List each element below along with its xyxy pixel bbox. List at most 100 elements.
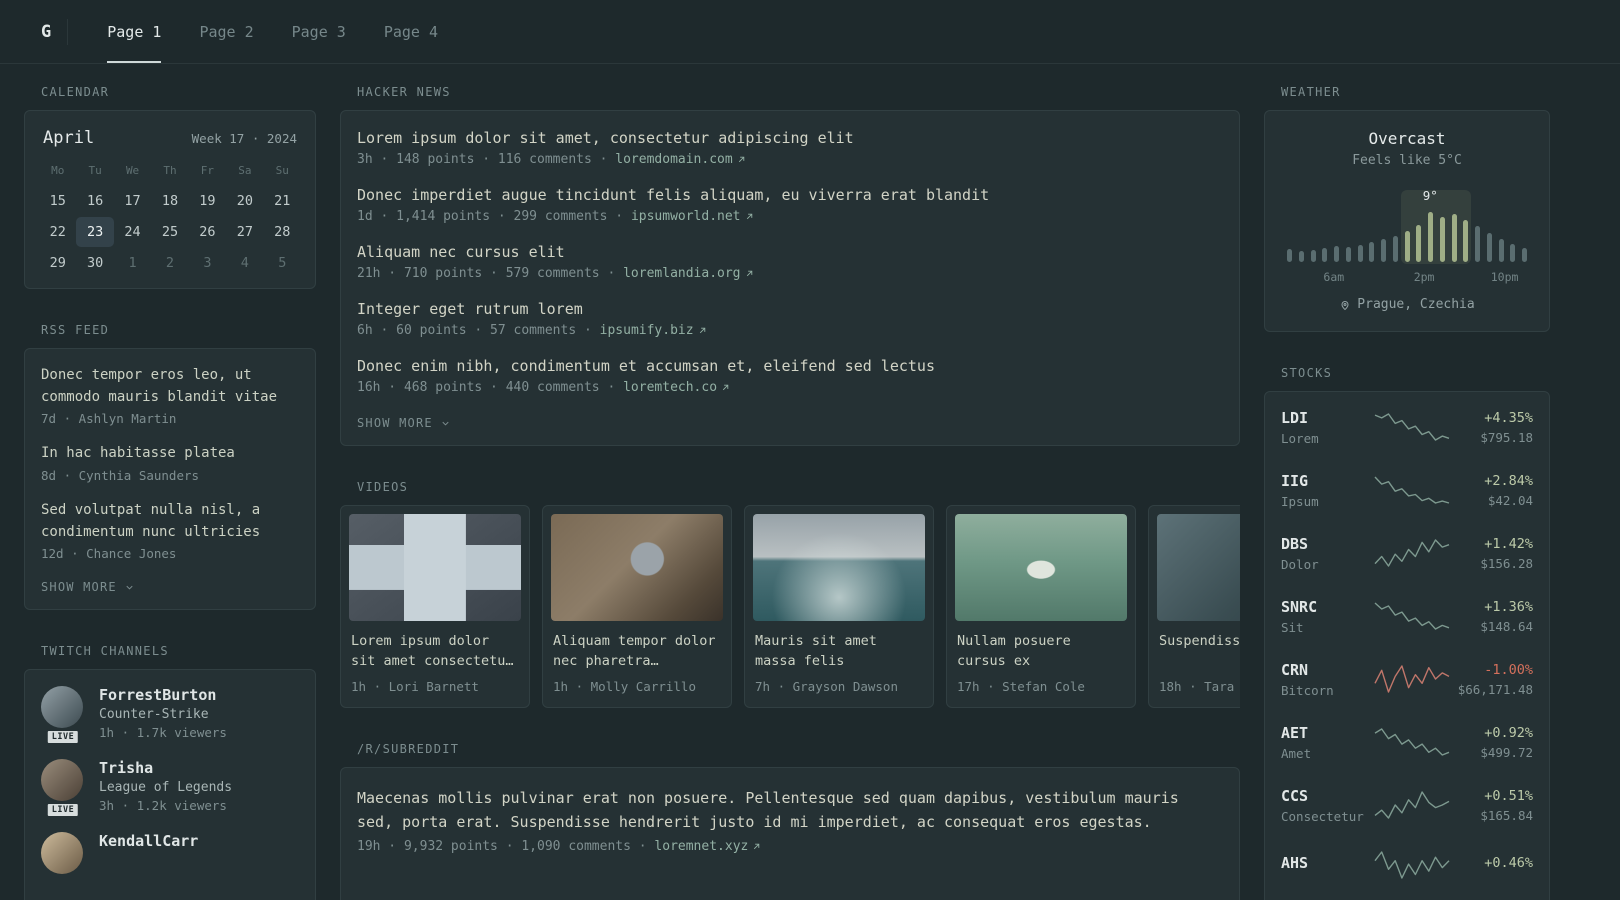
hn-item-meta: 21h · 710 points · 579 comments · loreml…: [357, 266, 1223, 281]
hn-source-link[interactable]: loremtech.co: [623, 380, 731, 395]
weather-widget: WEATHER Overcast Feels like 5°C 9° 6am 2…: [1264, 85, 1550, 332]
video-card[interactable]: Aliquam tempor dolor nec pharetra… 1h · …: [542, 505, 732, 708]
videos-row: Lorem ipsum dolor sit amet consectetu… 1…: [340, 505, 1240, 708]
hn-source-link[interactable]: ipsumify.biz: [600, 323, 708, 338]
chevron-down-icon: [442, 421, 449, 426]
stock-sparkline: [1374, 850, 1450, 879]
video-meta: 17h · Stefan Cole: [957, 679, 1085, 694]
calendar-card: April Week 17 · 2024 Mo Tu We Th Fr Sa S…: [24, 110, 316, 289]
external-link-icon: [746, 213, 752, 220]
weather-bar: [1381, 239, 1386, 262]
stock-change: +0.46%: [1484, 854, 1533, 871]
rss-item: In hac habitasse platea 8d · Cynthia Sau…: [41, 443, 299, 483]
dashboard: CALENDAR April Week 17 · 2024 Mo Tu We T…: [24, 64, 1620, 900]
video-thumbnail[interactable]: [349, 514, 521, 621]
video-thumbnail[interactable]: [1157, 514, 1240, 621]
weather-bar: [1345, 247, 1351, 262]
hackernews-show-more-button[interactable]: SHOW MORE: [357, 416, 451, 430]
calendar-day: 21: [274, 193, 291, 209]
video-thumbnail[interactable]: [955, 514, 1127, 621]
hn-source-domain: ipsumify.biz: [599, 323, 694, 338]
rss-item-title[interactable]: Donec tempor eros leo, ut commodo mauris…: [41, 365, 299, 408]
stock-row: DBS Dolor +1.42% $156.28: [1281, 522, 1533, 585]
video-card[interactable]: Lorem ipsum dolor sit amet consectetu… 1…: [340, 505, 530, 708]
tab-page-4[interactable]: Page 4: [365, 0, 457, 63]
hn-item-meta: 1d · 1,414 points · 299 comments · ipsum…: [357, 209, 1223, 224]
calendar-dow: Tu: [88, 164, 102, 177]
hackernews-item: Integer eget rutrum lorem 6h · 60 points…: [357, 300, 1223, 338]
weather-bars: [1287, 206, 1527, 262]
calendar-day: 22: [49, 224, 66, 240]
twitch-channel[interactable]: LIVE Trisha League of Legends 3h · 1.2k …: [41, 759, 299, 819]
video-card[interactable]: Nullam posuere cursus ex 17h · Stefan Co…: [946, 505, 1136, 708]
tab-page-2[interactable]: Page 2: [180, 0, 272, 63]
weather-bar: [1298, 251, 1304, 262]
twitch-channel[interactable]: LIVE ForrestBurton Counter-Strike 1h · 1…: [41, 686, 299, 746]
stock-price: $148.64: [1480, 618, 1533, 634]
hn-item-title[interactable]: Lorem ipsum dolor sit amet, consectetur …: [357, 129, 1223, 147]
stock-change: +0.51%: [1484, 787, 1533, 804]
hackernews-widget: HACKER NEWS Lorem ipsum dolor sit amet, …: [340, 85, 1240, 446]
stock-symbol: DBS: [1281, 534, 1309, 553]
calendar-day: 19: [199, 193, 216, 209]
weather-bar: [1392, 236, 1398, 262]
hn-item-title[interactable]: Donec imperdiet augue tincidunt felis al…: [357, 186, 1223, 204]
hackernews-item: Lorem ipsum dolor sit amet, consectetur …: [357, 129, 1223, 167]
weather-location: Prague, Czechia: [1339, 297, 1475, 312]
subreddit-card: Maecenas mollis pulvinar erat non posuer…: [340, 767, 1240, 900]
stock-symbol: LDI: [1281, 408, 1309, 427]
video-card[interactable]: Suspendisse diam 18h · Tara: [1148, 505, 1240, 708]
rss-show-more-button[interactable]: SHOW MORE: [41, 580, 135, 594]
twitch-channel[interactable]: KendallCarr: [41, 832, 299, 875]
calendar-day: 5: [278, 255, 287, 271]
tab-page-3[interactable]: Page 3: [273, 0, 365, 63]
stocks-card: LDI Lorem +4.35% $795.18 IIG Ipsum +2.84…: [1264, 390, 1550, 900]
rss-item-meta: 8d · Cynthia Saunders: [41, 468, 200, 484]
weather-bar: [1510, 244, 1516, 262]
videos-widget: VIDEOS Lorem ipsum dolor sit amet consec…: [340, 480, 1240, 708]
channel-meta: 1h · 1.7k viewers: [99, 725, 227, 741]
channel-game: Counter-Strike: [99, 707, 209, 723]
stock-symbol: AHS: [1281, 853, 1309, 872]
hn-item-title[interactable]: Donec enim nibh, condimentum et accumsan…: [357, 357, 1223, 375]
calendar-day: 17: [124, 193, 141, 209]
video-title: Lorem ipsum dolor sit amet consectetu…: [351, 633, 514, 670]
calendar-grid: Mo Tu We Th Fr Sa Su 15 16 17 18 19 20 2…: [39, 158, 301, 278]
weather-bar: [1475, 226, 1480, 262]
rss-item: Sed volutpat nulla nisl, a condimentum n…: [41, 500, 299, 561]
stock-sparkline: [1374, 728, 1450, 756]
hn-meta-text: 6h · 60 points · 57 comments ·: [357, 323, 592, 338]
stock-sparkline: [1374, 476, 1450, 504]
hn-meta-text: 3h · 148 points · 116 comments ·: [357, 152, 608, 167]
calendar-dow: Sa: [238, 164, 252, 177]
channel-name: ForrestBurton: [99, 686, 217, 705]
hn-source-link[interactable]: loremdomain.com: [615, 152, 746, 167]
external-link-icon: [754, 843, 760, 850]
post-source-link[interactable]: loremnet.xyz: [654, 839, 762, 854]
calendar-day: 15: [49, 193, 66, 209]
stock-price: $156.28: [1480, 555, 1533, 571]
video-thumbnail[interactable]: [753, 514, 925, 621]
weather-bar: [1522, 248, 1527, 262]
stock-name: Amet: [1281, 745, 1312, 761]
hn-source-link[interactable]: ipsumworld.net: [631, 209, 755, 224]
video-title: Suspendisse diam: [1159, 633, 1240, 649]
hn-item-title[interactable]: Integer eget rutrum lorem: [357, 300, 1223, 318]
stock-row: CCS Consectetur +0.51% $165.84: [1281, 774, 1533, 837]
post-title[interactable]: Maecenas mollis pulvinar erat non posuer…: [357, 789, 1179, 831]
hn-source-link[interactable]: loremlandia.org: [623, 266, 754, 281]
stock-change: -1.00%: [1484, 661, 1533, 678]
right-column: WEATHER Overcast Feels like 5°C 9° 6am 2…: [1264, 85, 1550, 900]
rss-item-title[interactable]: Sed volutpat nulla nisl, a condimentum n…: [41, 500, 299, 543]
calendar-day: 28: [274, 224, 291, 240]
calendar-day: 2: [165, 255, 175, 271]
hn-item-title[interactable]: Aliquam nec cursus elit: [357, 243, 1223, 261]
video-card[interactable]: Mauris sit amet massa felis 7h · Grayson…: [744, 505, 934, 708]
external-link-icon: [738, 156, 744, 163]
app-logo[interactable]: G: [24, 22, 67, 42]
rss-item-title[interactable]: In hac habitasse platea: [41, 443, 299, 465]
calendar-day: 16: [87, 193, 104, 209]
post-source-domain: loremnet.xyz: [654, 839, 749, 854]
video-thumbnail[interactable]: [551, 514, 723, 621]
tab-page-1[interactable]: Page 1: [88, 0, 180, 63]
